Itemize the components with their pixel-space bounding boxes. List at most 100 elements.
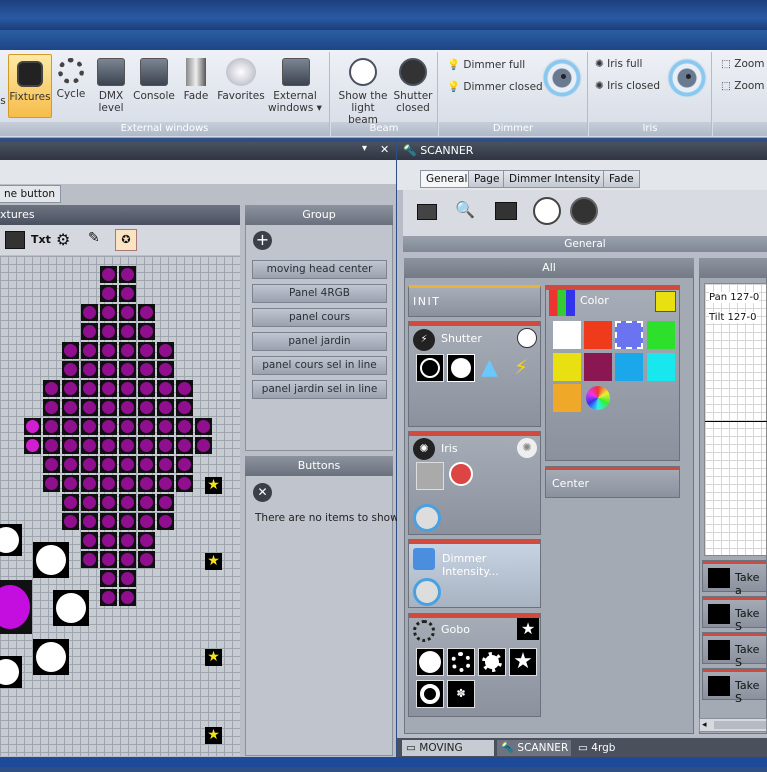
iris-preset-1[interactable] xyxy=(416,462,444,490)
fixture-cell[interactable] xyxy=(119,361,136,378)
fixture-cell[interactable] xyxy=(62,418,79,435)
dimmer-full-button[interactable]: 💡 Dimmer full xyxy=(447,58,525,71)
wand-icon[interactable]: ✎ xyxy=(88,230,100,246)
ribbon-button-cut[interactable]: s xyxy=(0,95,6,107)
fixture-cell[interactable] xyxy=(119,285,136,302)
shutter-closed-button[interactable]: Shutter closed xyxy=(391,58,435,114)
fixture-cell[interactable] xyxy=(81,304,98,321)
fixture-cell[interactable] xyxy=(157,456,174,473)
fixture-cell[interactable] xyxy=(81,380,98,397)
fixture-cell[interactable] xyxy=(119,380,136,397)
gobo-ring[interactable] xyxy=(416,680,444,708)
color-swatch[interactable] xyxy=(647,353,675,381)
console-button[interactable]: Console xyxy=(130,58,178,102)
show-light-beam-button[interactable]: Show the light beam xyxy=(335,58,391,126)
zoom-button-2[interactable]: ⬚ Zoom xyxy=(721,80,765,92)
favorite-icon[interactable]: ✪ xyxy=(115,229,137,251)
tab-4rgb[interactable]: ▭ 4rgb xyxy=(574,740,618,756)
fixture-cell[interactable] xyxy=(138,380,155,397)
fixture-cell[interactable] xyxy=(81,342,98,359)
gobo-dots[interactable] xyxy=(447,648,475,676)
gobo-wheel[interactable] xyxy=(478,648,506,676)
fixture-cell[interactable] xyxy=(43,456,60,473)
fixture-cell[interactable] xyxy=(100,456,117,473)
iris-closed-button[interactable]: ✺ Iris closed xyxy=(595,80,660,92)
group-item[interactable]: panel jardin sel in line xyxy=(252,380,387,399)
dmx-level-button[interactable]: DMX level xyxy=(94,58,128,114)
gobo-open[interactable] xyxy=(416,648,444,676)
fixture-cell[interactable] xyxy=(119,266,136,283)
fixture-cell[interactable] xyxy=(157,475,174,492)
fixture-cell[interactable] xyxy=(195,437,212,454)
search-icon[interactable]: 🔍 xyxy=(455,200,475,219)
fixture-cell[interactable] xyxy=(100,323,117,340)
fixture-cell[interactable] xyxy=(62,437,79,454)
beam-closed-icon[interactable] xyxy=(570,197,598,225)
shutter-open-icon[interactable] xyxy=(517,328,537,348)
fixture-cell[interactable] xyxy=(100,437,117,454)
fixture-cell[interactable] xyxy=(81,532,98,549)
fixture-cell[interactable] xyxy=(119,437,136,454)
fixture-cell[interactable] xyxy=(62,475,79,492)
fixture-cell[interactable] xyxy=(157,380,174,397)
fixture-cell[interactable] xyxy=(100,285,117,302)
fixture-cell[interactable] xyxy=(100,494,117,511)
external-windows-button[interactable]: External windows ▾ xyxy=(268,58,324,114)
fixture-cell[interactable] xyxy=(157,342,174,359)
horizontal-scrollbar[interactable]: ◂ xyxy=(699,718,767,732)
cycle-button[interactable]: Cycle xyxy=(56,58,86,100)
fixture-cell[interactable] xyxy=(24,437,41,454)
fixture-cell[interactable] xyxy=(100,418,117,435)
iris-preset-2[interactable] xyxy=(449,462,473,486)
fixture-cell[interactable] xyxy=(176,456,193,473)
add-group-icon[interactable]: + xyxy=(253,231,272,250)
iris-knob[interactable] xyxy=(413,504,441,532)
group-item[interactable]: panel cours sel in line xyxy=(252,356,387,375)
shutter-open-preset[interactable] xyxy=(447,354,475,382)
fixture-cell[interactable] xyxy=(81,456,98,473)
fixture-cell[interactable] xyxy=(119,399,136,416)
fixture-cell[interactable] xyxy=(62,380,79,397)
text-view-button[interactable]: Txt xyxy=(31,233,51,246)
gobo-star[interactable]: ★ xyxy=(509,648,537,676)
fixture-cell[interactable] xyxy=(119,418,136,435)
fixture-cell[interactable] xyxy=(195,418,212,435)
fixture-cell[interactable] xyxy=(62,399,79,416)
fixture-cell[interactable] xyxy=(157,437,174,454)
fixture-cell[interactable] xyxy=(157,418,174,435)
fixture-cell[interactable] xyxy=(138,494,155,511)
color-swatch[interactable] xyxy=(553,384,581,412)
fixture-cell[interactable] xyxy=(138,475,155,492)
fixture-cell[interactable] xyxy=(119,551,136,568)
fixture-cell[interactable] xyxy=(138,551,155,568)
color-swatch[interactable] xyxy=(553,353,581,381)
fixture-cell[interactable] xyxy=(62,456,79,473)
fixture-cell[interactable] xyxy=(100,342,117,359)
fixture-cell[interactable] xyxy=(138,532,155,549)
dimmer-knob[interactable] xyxy=(542,58,582,98)
fixture-cell[interactable] xyxy=(100,475,117,492)
fixture-cell[interactable] xyxy=(119,513,136,530)
fixtures-button[interactable]: Fixtures xyxy=(8,54,52,118)
star-icon[interactable]: ★ xyxy=(205,553,222,570)
group-item[interactable]: panel jardin xyxy=(252,332,387,351)
fixture-cell[interactable] xyxy=(176,418,193,435)
fixture-cell[interactable] xyxy=(119,589,136,606)
pan-tilt-grid[interactable]: Pan 127-0 Tilt 127-0 xyxy=(704,283,767,556)
color-swatch[interactable] xyxy=(615,353,643,381)
moving-head-fixture[interactable] xyxy=(33,542,69,578)
fixture-cell[interactable] xyxy=(138,418,155,435)
selected-fixture[interactable] xyxy=(0,580,32,634)
fixture-cell[interactable] xyxy=(43,380,60,397)
fixture-cell[interactable] xyxy=(119,570,136,587)
moving-head-fixture[interactable] xyxy=(53,590,89,626)
tab-button[interactable]: ne button xyxy=(0,185,62,203)
fixture-cell[interactable] xyxy=(100,399,117,416)
group-item[interactable]: panel cours xyxy=(252,308,387,327)
init-card[interactable]: INIT xyxy=(408,285,541,317)
group-item[interactable]: moving head center xyxy=(252,260,387,279)
tab-moving-head[interactable]: ▭ MOVING HEAD xyxy=(402,740,494,770)
fixture-cell[interactable] xyxy=(119,323,136,340)
fixture-cell[interactable] xyxy=(100,380,117,397)
fixture-cell[interactable] xyxy=(119,532,136,549)
